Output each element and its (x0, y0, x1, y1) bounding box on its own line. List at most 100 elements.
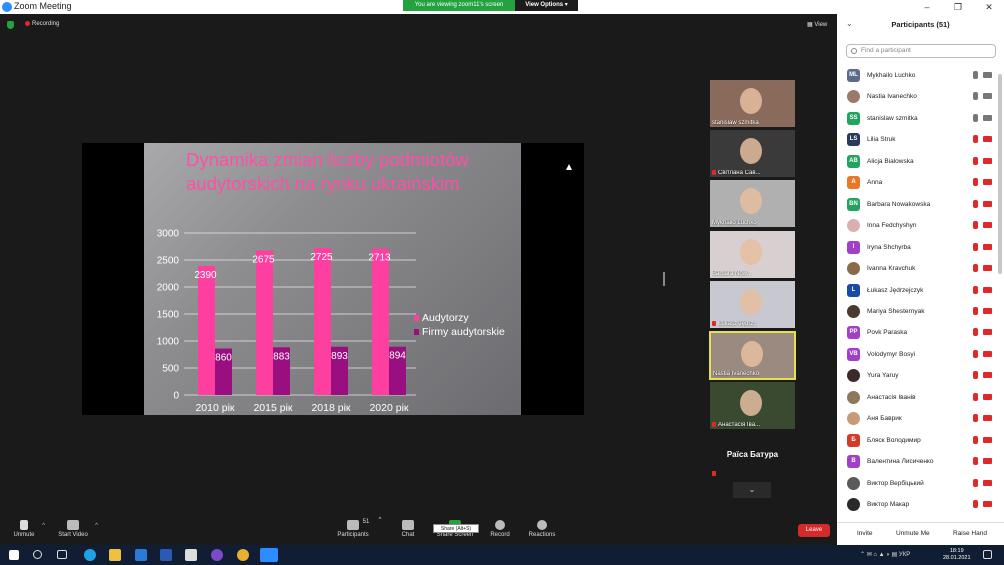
participant-row[interactable]: SS stanislaw szmitka (837, 108, 997, 130)
unmute-me-button[interactable]: Unmute Me (896, 530, 930, 537)
notifications-icon[interactable] (983, 550, 992, 559)
participant-row[interactable]: VB Volodymyr Bosyi (837, 344, 997, 366)
close-icon[interactable]: ✕ (974, 0, 1004, 14)
chrome-icon[interactable] (237, 549, 249, 561)
zoom-taskbar-icon[interactable] (260, 548, 278, 562)
raise-hand-button[interactable]: Raise Hand (953, 530, 987, 537)
participant-row[interactable]: I Iryna Shchyrba (837, 237, 997, 259)
participant-video (740, 239, 762, 265)
participant-row[interactable]: Анастасія Іванів (837, 387, 997, 409)
video-thumbnail[interactable]: stanislaw szmitka (710, 80, 795, 127)
chevron-up-icon[interactable]: ^ (95, 523, 98, 529)
calendar-icon[interactable] (135, 549, 147, 561)
windows-start-icon[interactable] (9, 550, 19, 560)
avatar (847, 390, 860, 404)
video-thumbnail[interactable]: Світлана Сав... (710, 130, 795, 177)
mic-icon (973, 92, 978, 101)
chevron-up-icon[interactable]: ^ (42, 523, 45, 529)
participant-row[interactable]: BN Barbara Nowakowska (837, 194, 997, 216)
video-icon (983, 72, 992, 78)
task-view-icon[interactable] (57, 550, 67, 559)
participant-row[interactable]: Б Бляск Володимир (837, 430, 997, 452)
restore-icon[interactable]: ❐ (943, 0, 973, 14)
video-off-icon (983, 458, 992, 465)
reactions-button[interactable]: Reactions (527, 520, 557, 538)
participant-name: Yura Yaruy (867, 372, 899, 380)
avatar (847, 90, 860, 104)
avatar (847, 498, 860, 511)
video-off-icon (983, 286, 992, 293)
participant-row[interactable]: PP Povk Paraska (837, 322, 997, 344)
participant-row[interactable]: Nastia Ivanechko (837, 86, 997, 108)
video-thumbnail[interactable]: Анастасія Іва... (710, 382, 795, 429)
chevron-up-icon[interactable]: ^ (375, 517, 385, 523)
thumbnail-name: stanislaw szmitka (712, 120, 759, 126)
video-thumbnail[interactable]: Barbara Now... (710, 231, 795, 278)
participant-row[interactable]: LS Lilia Struk (837, 129, 997, 151)
participant-row[interactable]: ML Mykhailo Luchko (837, 65, 997, 87)
avatar: В (847, 455, 860, 469)
view-button[interactable]: ▦ View (807, 21, 827, 28)
participant-search-input[interactable]: Find a participant (846, 44, 996, 58)
record-button[interactable]: Record (488, 520, 512, 538)
chat-button[interactable]: Chat (397, 520, 419, 538)
system-tray: ⌃ ✉ ⌂ ▲ ◗ ▤ УКР (860, 552, 911, 558)
muted-mic-icon (973, 285, 978, 294)
slide-title: Dynamika zmian liczby podmiotów audytors… (186, 149, 469, 194)
video-thumbnail[interactable]: Nastia Ivanechko (709, 331, 796, 380)
participant-row[interactable]: Виктор Вербіцький (837, 473, 997, 495)
view-label: View (814, 22, 828, 28)
resize-handle[interactable] (663, 272, 665, 286)
file-explorer-icon[interactable] (109, 549, 121, 561)
unmute-button[interactable]: Unmute ^ (10, 520, 45, 538)
participant-video (741, 341, 763, 367)
participant-row[interactable]: L Łukasz Jędrzejczyk (837, 280, 997, 302)
video-off-icon (983, 265, 992, 272)
video-off-icon (983, 393, 992, 400)
participant-row[interactable]: Ivanna Kravchuk (837, 258, 997, 280)
video-off-icon (983, 436, 992, 443)
thumbnail-name: Світлана Сав... (718, 170, 761, 176)
participants-count: 51 (362, 519, 370, 525)
participant-row[interactable]: Mariya Shesternyak (837, 301, 997, 323)
chat-label: Chat (401, 532, 415, 538)
participant-row[interactable]: A Anna (837, 172, 997, 194)
y-tick-label: 1000 (157, 337, 180, 348)
x-tick-label: 2020 рік (369, 402, 408, 414)
muted-mic-icon (973, 178, 978, 187)
view-options-button[interactable]: View Options ▾ (515, 0, 578, 11)
minimize-icon[interactable]: – (912, 0, 942, 14)
muted-mic-icon (973, 242, 978, 251)
participant-row[interactable]: Аня Баврик (837, 408, 997, 430)
scrollbar[interactable] (998, 74, 1002, 274)
chevron-down-icon[interactable]: ⌄ (733, 482, 771, 498)
clock[interactable]: 18:19 28.01.2021 (943, 548, 971, 562)
video-off-icon (983, 350, 992, 357)
participant-row[interactable]: Виктор Макар (837, 494, 997, 516)
edge-icon[interactable] (84, 549, 96, 561)
participant-row[interactable]: В Валентина Лисиченко (837, 451, 997, 473)
word-icon[interactable] (160, 549, 172, 561)
viber-icon[interactable] (211, 549, 223, 561)
video-thumbnail[interactable]: Łukasz Jędrz... (710, 281, 795, 328)
document-icon[interactable] (185, 549, 197, 561)
leave-button[interactable]: Leave (798, 524, 830, 537)
recording-label: Recording (32, 21, 60, 28)
bar (372, 248, 389, 395)
invite-button[interactable]: Invite (857, 530, 873, 537)
date: 28.01.2021 (943, 555, 971, 561)
start-video-button[interactable]: Start Video ^ (55, 520, 98, 538)
participant-row[interactable]: Yura Yaruy (837, 365, 997, 387)
language-indicator[interactable]: УКР (899, 552, 910, 558)
video-off-icon (67, 520, 79, 530)
muted-mic-icon (973, 371, 978, 380)
participant-row[interactable]: Inna Fedchyshyn (837, 215, 997, 237)
video-thumbnail[interactable]: Mykhailo Luchko (710, 180, 795, 227)
muted-mic-icon (973, 414, 978, 423)
video-thumbnail[interactable]: Раїса Батура (710, 432, 795, 478)
shield-icon[interactable] (7, 21, 14, 29)
participant-name: Nastia Ivanechko (867, 93, 917, 101)
search-icon[interactable] (33, 550, 42, 559)
participant-row[interactable]: AB Alicja Bialowska (837, 151, 997, 173)
video-off-icon (983, 415, 992, 422)
